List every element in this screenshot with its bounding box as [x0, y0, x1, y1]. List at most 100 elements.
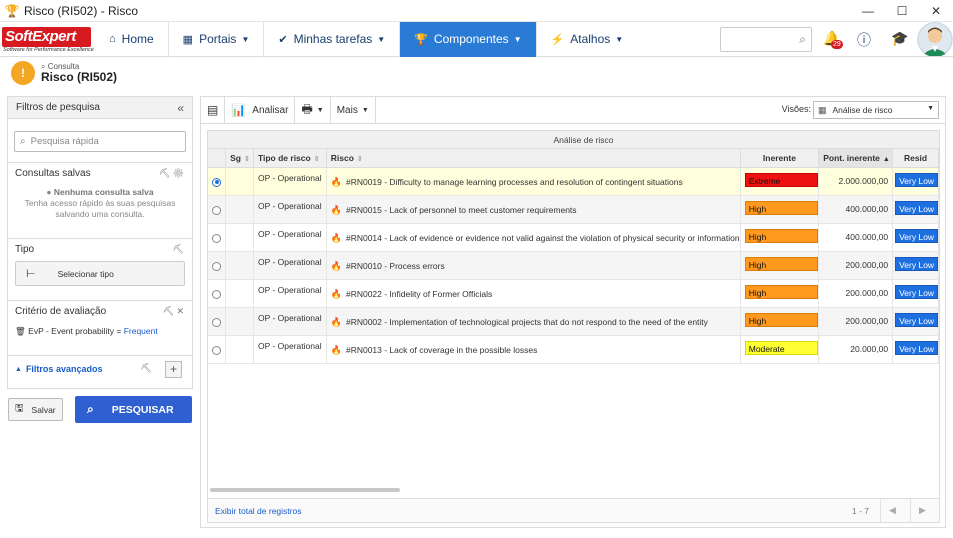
header-search-input[interactable]: ⌕ — [720, 27, 812, 52]
chevron-down-icon: ▼ — [361, 106, 369, 114]
fire-icon: 🔥 — [330, 232, 342, 243]
next-page-icon[interactable]: ▶ — [919, 505, 926, 516]
horizontal-scrollbar[interactable] — [210, 488, 400, 492]
graduation-cap-icon[interactable]: 🎓 — [891, 30, 908, 47]
add-filter-button[interactable]: + — [165, 361, 182, 378]
advanced-filters-toggle[interactable]: ▲ Filtros avançados — [15, 356, 185, 382]
col-inherent-score[interactable]: Pont. inerente ▲ — [818, 149, 894, 168]
collapse-left-icon[interactable]: « — [177, 101, 184, 115]
nav-minhas-tarefas[interactable]: ✔ Minhas tarefas ▼ — [263, 21, 399, 57]
close-window-button[interactable]: ✕ — [919, 0, 953, 22]
criteria-value[interactable]: Frequent — [124, 326, 158, 336]
radio-button[interactable] — [212, 177, 222, 187]
prev-page-icon[interactable]: ◀ — [889, 505, 896, 516]
saved-queries-section: Consultas salvas ⛏⚙ ● Nenhuma consulta s… — [8, 162, 192, 238]
more-menu-button[interactable]: Mais ▼ — [331, 96, 376, 124]
table-row[interactable]: OP - Operational 🔥 #RN0014 - Lack of evide… — [208, 223, 939, 252]
radio-button[interactable] — [212, 261, 222, 271]
table-row[interactable]: OP - Operational 🔥 #RN0015 - Lack of perso… — [208, 195, 939, 224]
broom-icon[interactable]: ⛏ — [159, 168, 172, 178]
pager-info: 1 - 7 — [852, 506, 870, 516]
residual-cell: Very Low — [892, 251, 939, 280]
user-avatar[interactable] — [917, 22, 953, 57]
col-risk-type[interactable]: Tipo de risco ⇕ — [253, 149, 327, 168]
broom-icon[interactable]: ⛏ — [141, 363, 152, 374]
show-total-link[interactable]: Exibir total de registros — [215, 506, 301, 516]
row-radio[interactable] — [208, 307, 227, 336]
select-type-button[interactable]: ⊢ Selecionar tipo — [15, 261, 185, 286]
search-button[interactable]: ⌕ PESQUISAR — [75, 396, 192, 423]
table-row[interactable]: OP - Operational 🔥 #RN0010 - Process error… — [208, 251, 939, 280]
sort-icon: ⇕ — [313, 155, 320, 163]
col-residual[interactable]: Resid — [892, 149, 939, 168]
maximize-button[interactable]: ☐ — [885, 0, 919, 22]
table-row[interactable]: OP - Operational 🔥 #RN0002 - Implementatio… — [208, 307, 939, 336]
printer-icon: 🖶 — [301, 101, 313, 116]
nav-portais[interactable]: ▦ Portais ▼ — [167, 21, 264, 57]
logo-expert: Expert — [32, 27, 76, 45]
minimize-button[interactable]: — — [851, 0, 885, 22]
nav-atalhos-label: Atalhos — [570, 32, 611, 46]
residual-badge: Very Low — [895, 200, 938, 215]
col-inherent[interactable]: Inerente — [740, 149, 820, 168]
residual-badge: Very Low — [895, 312, 938, 327]
nav-componentes[interactable]: 🏆 Componentes ▼ — [399, 21, 536, 57]
logo-soft: Soft — [5, 27, 33, 45]
radio-button[interactable] — [212, 205, 222, 215]
inherent-cell: Moderate — [740, 335, 820, 364]
broom-icon[interactable]: ⛏ — [163, 306, 176, 316]
save-button[interactable]: 🖫 Salvar — [8, 398, 63, 421]
criteria-text: EvP - Event probability = — [28, 326, 124, 336]
sg-cell — [225, 335, 254, 364]
inherent-badge: High — [744, 200, 818, 215]
row-radio[interactable] — [208, 167, 227, 196]
gear-icon[interactable]: ⚙ — [173, 168, 186, 178]
print-button[interactable]: 🖶 ▼ — [295, 96, 331, 124]
radio-button[interactable] — [212, 345, 222, 355]
inherent-badge: Moderate — [744, 340, 818, 355]
inherent-cell: Extreme — [740, 167, 820, 196]
analyze-button[interactable]: 📊 Analisar — [225, 96, 296, 124]
residual-cell: Very Low — [892, 279, 939, 308]
inherent-score-cell: 200.000,00 — [818, 251, 894, 280]
inherent-badge: High — [744, 284, 818, 299]
risk-cell: 🔥 #RN0002 - Implementation of technologic… — [326, 307, 741, 336]
views-select[interactable]: ▦ Análise de risco ▼ — [813, 101, 939, 119]
table-row[interactable]: OP - Operational 🔥 #RN0019 - Difficulty to… — [208, 167, 939, 196]
search-button-label: PESQUISAR — [111, 403, 174, 416]
table-row[interactable]: OP - Operational 🔥 #RN0022 - Infidelity of… — [208, 279, 939, 308]
nav-portais-label: Portais — [199, 32, 237, 46]
view-data-button[interactable]: ▤ — [201, 96, 226, 124]
radio-button[interactable] — [212, 289, 222, 299]
inherent-score-cell: 200.000,00 — [818, 307, 894, 336]
inherent-cell: High — [740, 223, 820, 252]
sort-asc-icon: ▲ — [882, 155, 890, 163]
col-risk[interactable]: Risco ⇕ — [326, 149, 741, 168]
main-content: ▤ 📊 Analisar 🖶 ▼ Mais ▼ Visões: ▦ Anális… — [200, 96, 946, 528]
row-radio[interactable] — [208, 223, 227, 252]
quick-search-input[interactable]: ⌕ Pesquisa rápida — [14, 131, 186, 152]
more-label: Mais — [336, 104, 358, 116]
help-icon[interactable]: ⓘ — [857, 30, 871, 50]
inherent-score-cell: 400.000,00 — [818, 223, 894, 252]
nav-home[interactable]: ⌂ Home — [95, 22, 168, 57]
col-sg[interactable]: Sg ⇕ — [225, 149, 254, 168]
row-radio[interactable] — [208, 251, 227, 280]
row-radio[interactable] — [208, 335, 227, 364]
save-label: Salvar — [31, 404, 56, 415]
nav-atalhos[interactable]: ⚡ Atalhos ▼ — [535, 21, 638, 57]
window-title: Risco (RI502) - Risco — [24, 3, 139, 18]
close-icon[interactable]: ✕ — [176, 306, 186, 316]
criteria-title: Critério de avaliação — [15, 306, 107, 317]
table-view-icon: ▤ — [207, 103, 219, 117]
radio-button[interactable] — [212, 233, 222, 243]
softexpert-logo[interactable]: SoftExpert Software for Performance Exce… — [0, 22, 95, 57]
radio-button[interactable] — [212, 317, 222, 327]
broom-icon[interactable]: ⛏ — [173, 244, 186, 254]
row-radio[interactable] — [208, 279, 227, 308]
advanced-filters-section: ▲ Filtros avançados ⛏ + — [8, 355, 192, 383]
table-row[interactable]: OP - Operational 🔥 #RN0013 - Lack of cover… — [208, 335, 939, 364]
trash-icon[interactable]: 🗑 — [15, 326, 26, 336]
risk-text: #RN0019 - Difficulty to manage learning … — [345, 176, 683, 187]
row-radio[interactable] — [208, 195, 227, 224]
